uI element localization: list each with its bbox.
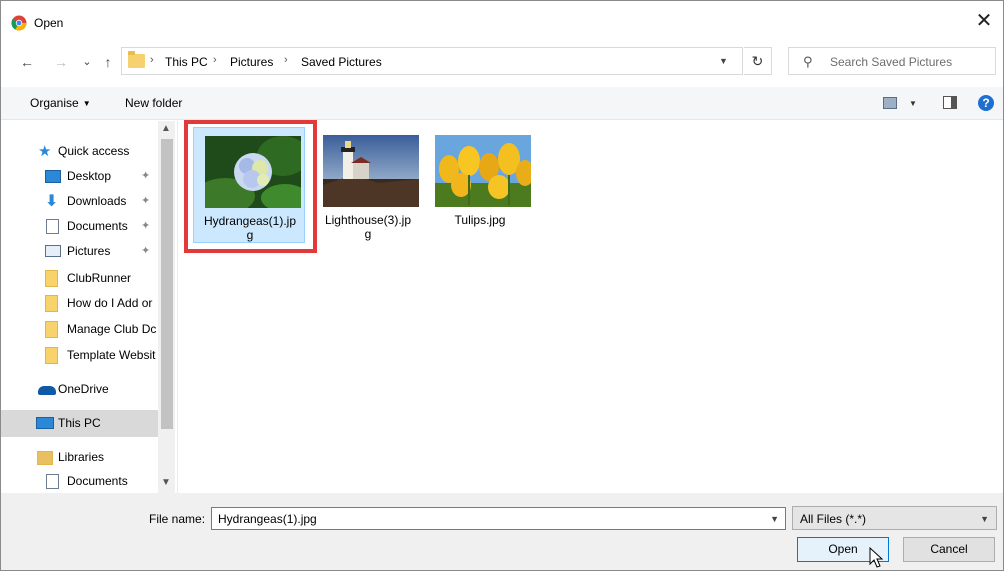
sidebar-item-this-pc[interactable]: This PC	[1, 410, 158, 437]
forward-arrow-icon[interactable]: →	[51, 51, 71, 73]
search-icon: ⚲	[803, 54, 813, 69]
pin-icon: ✦	[141, 245, 151, 257]
chevron-right-icon: ›	[213, 54, 217, 66]
refresh-button[interactable]: ↻	[744, 47, 772, 75]
cancel-button[interactable]: Cancel	[903, 537, 995, 562]
back-arrow-icon[interactable]: ←	[17, 51, 37, 73]
desktop-icon	[45, 170, 61, 183]
scroll-down-arrow-icon[interactable]: ▼	[161, 477, 171, 488]
folder-icon	[45, 270, 58, 287]
search-input[interactable]: ⚲ Search Saved Pictures	[788, 47, 996, 75]
sidebar-item-libraries-documents[interactable]: Documents	[1, 469, 158, 494]
file-name-label: Lighthouse(3).jp g	[314, 213, 422, 241]
sidebar-item-label: Documents	[67, 219, 128, 233]
file-type-value: All Files (*.*)	[800, 512, 867, 526]
sidebar-item-label: This PC	[58, 416, 101, 430]
file-name-line-1: Tulips.jpg	[454, 213, 506, 227]
lighthouse-thumbnail	[323, 135, 419, 207]
help-icon[interactable]: ?	[978, 95, 994, 111]
sidebar-item-quick-access[interactable]: ★ Quick access	[1, 139, 158, 164]
pin-icon: ✦	[141, 195, 151, 207]
chevron-right-icon: ›	[284, 54, 288, 66]
view-options-chevron-icon[interactable]: ▼	[909, 99, 917, 108]
organise-label: Organise	[30, 96, 79, 110]
change-view-icon[interactable]	[883, 97, 897, 109]
search-placeholder: Search Saved Pictures	[830, 55, 953, 69]
sidebar-item-manage-club[interactable]: Manage Club Dc	[1, 317, 158, 342]
navigation-row: ← → ⌄ ↑ › This PC › Pictures › Saved Pic…	[1, 45, 1003, 79]
file-name-line-2: g	[364, 227, 372, 241]
sidebar-item-documents[interactable]: Documents ✦	[1, 214, 158, 239]
mouse-pointer-icon	[869, 547, 884, 568]
sidebar-item-libraries[interactable]: Libraries	[1, 445, 158, 470]
window-title: Open	[34, 16, 64, 30]
document-icon	[46, 474, 59, 489]
file-tile-tulips[interactable]: Tulips.jpg	[424, 127, 536, 243]
file-tile-lighthouse[interactable]: Lighthouse(3).jp g	[312, 127, 424, 243]
sidebar-item-label: Pictures	[67, 244, 111, 258]
file-name-field-label: File name:	[149, 512, 206, 526]
sidebar-item-label: Libraries	[58, 450, 105, 464]
sidebar-item-label: ClubRunner	[67, 271, 132, 285]
chevron-down-icon: ▼	[82, 99, 91, 108]
libraries-icon	[37, 451, 53, 465]
sidebar-item-label: How do I Add or	[67, 296, 153, 310]
preview-pane-icon[interactable]	[943, 96, 957, 109]
sidebar-item-label: Manage Club Dc	[67, 322, 157, 336]
pictures-icon	[45, 245, 61, 257]
sidebar-item-downloads[interactable]: ⬇ Downloads ✦	[1, 189, 158, 214]
folder-icon	[45, 347, 58, 364]
star-icon: ★	[38, 143, 52, 160]
cloud-icon	[38, 386, 56, 395]
address-dropdown-icon[interactable]: ▼	[719, 56, 728, 66]
file-type-select[interactable]: All Files (*.*) ▼	[792, 506, 997, 530]
open-file-dialog: Open ✕ ← → ⌄ ↑ › This PC › Pictures › Sa…	[0, 0, 1004, 571]
recent-locations-chevron-icon[interactable]: ⌄	[77, 51, 97, 73]
sidebar-scrollbar-thumb[interactable]	[161, 139, 173, 429]
title-bar: Open ✕	[1, 1, 1003, 41]
chevron-down-icon: ▼	[980, 514, 989, 524]
pin-icon: ✦	[141, 170, 151, 182]
sidebar-item-pictures[interactable]: Pictures ✦	[1, 239, 158, 264]
close-button[interactable]: ✕	[973, 11, 995, 33]
download-arrow-icon: ⬇	[45, 193, 59, 210]
sidebar-item-desktop[interactable]: Desktop ✦	[1, 164, 158, 189]
pin-icon: ✦	[141, 220, 151, 232]
highlight-annotation-box	[184, 120, 317, 253]
tulips-thumbnail	[435, 135, 531, 207]
breadcrumb-pictures[interactable]: Pictures	[230, 55, 273, 69]
sidebar-item-clubrunner[interactable]: ClubRunner	[1, 266, 158, 291]
file-name-value: Hydrangeas(1).jpg	[218, 512, 317, 526]
navigation-pane: ★ Quick access Desktop ✦ ⬇ Downloads ✦ D…	[1, 121, 176, 493]
folder-icon	[45, 295, 58, 312]
scroll-up-arrow-icon[interactable]: ▲	[161, 123, 171, 134]
sidebar-item-template-website[interactable]: Template Websit	[1, 343, 158, 368]
sidebar-item-how-do-i-add[interactable]: How do I Add or	[1, 291, 158, 316]
chevron-right-icon: ›	[150, 54, 154, 66]
computer-icon	[36, 417, 54, 429]
chrome-app-icon	[11, 15, 27, 31]
new-folder-button[interactable]: New folder	[125, 96, 182, 110]
command-toolbar: Organise ▼ New folder ▼ ?	[1, 87, 1003, 120]
folder-icon	[45, 321, 58, 338]
sidebar-item-label: Downloads	[67, 194, 127, 208]
file-name-label: Tulips.jpg	[426, 213, 534, 227]
breadcrumb-saved-pictures[interactable]: Saved Pictures	[301, 55, 382, 69]
sidebar-item-label: Template Websit	[67, 348, 156, 362]
folder-icon	[128, 51, 145, 68]
sidebar-item-onedrive[interactable]: OneDrive	[1, 377, 158, 402]
address-bar[interactable]: › This PC › Pictures › Saved Pictures	[121, 47, 743, 75]
breadcrumb-this-pc[interactable]: This PC	[165, 55, 208, 69]
up-arrow-icon[interactable]: ↑	[98, 51, 118, 73]
sidebar-item-label: Desktop	[67, 169, 112, 183]
sidebar-item-label: Quick access	[58, 144, 130, 158]
sidebar-item-label: Documents	[67, 474, 128, 488]
organise-button[interactable]: Organise ▼	[30, 96, 91, 110]
file-name-line-1: Lighthouse(3).jp	[324, 213, 412, 227]
sidebar-item-label: OneDrive	[58, 382, 109, 396]
document-icon	[46, 219, 59, 234]
chevron-down-icon[interactable]: ▼	[770, 514, 779, 524]
file-name-input[interactable]: Hydrangeas(1).jpg ▼	[211, 507, 786, 530]
dialog-footer: File name: Hydrangeas(1).jpg ▼ All Files…	[1, 493, 1003, 570]
